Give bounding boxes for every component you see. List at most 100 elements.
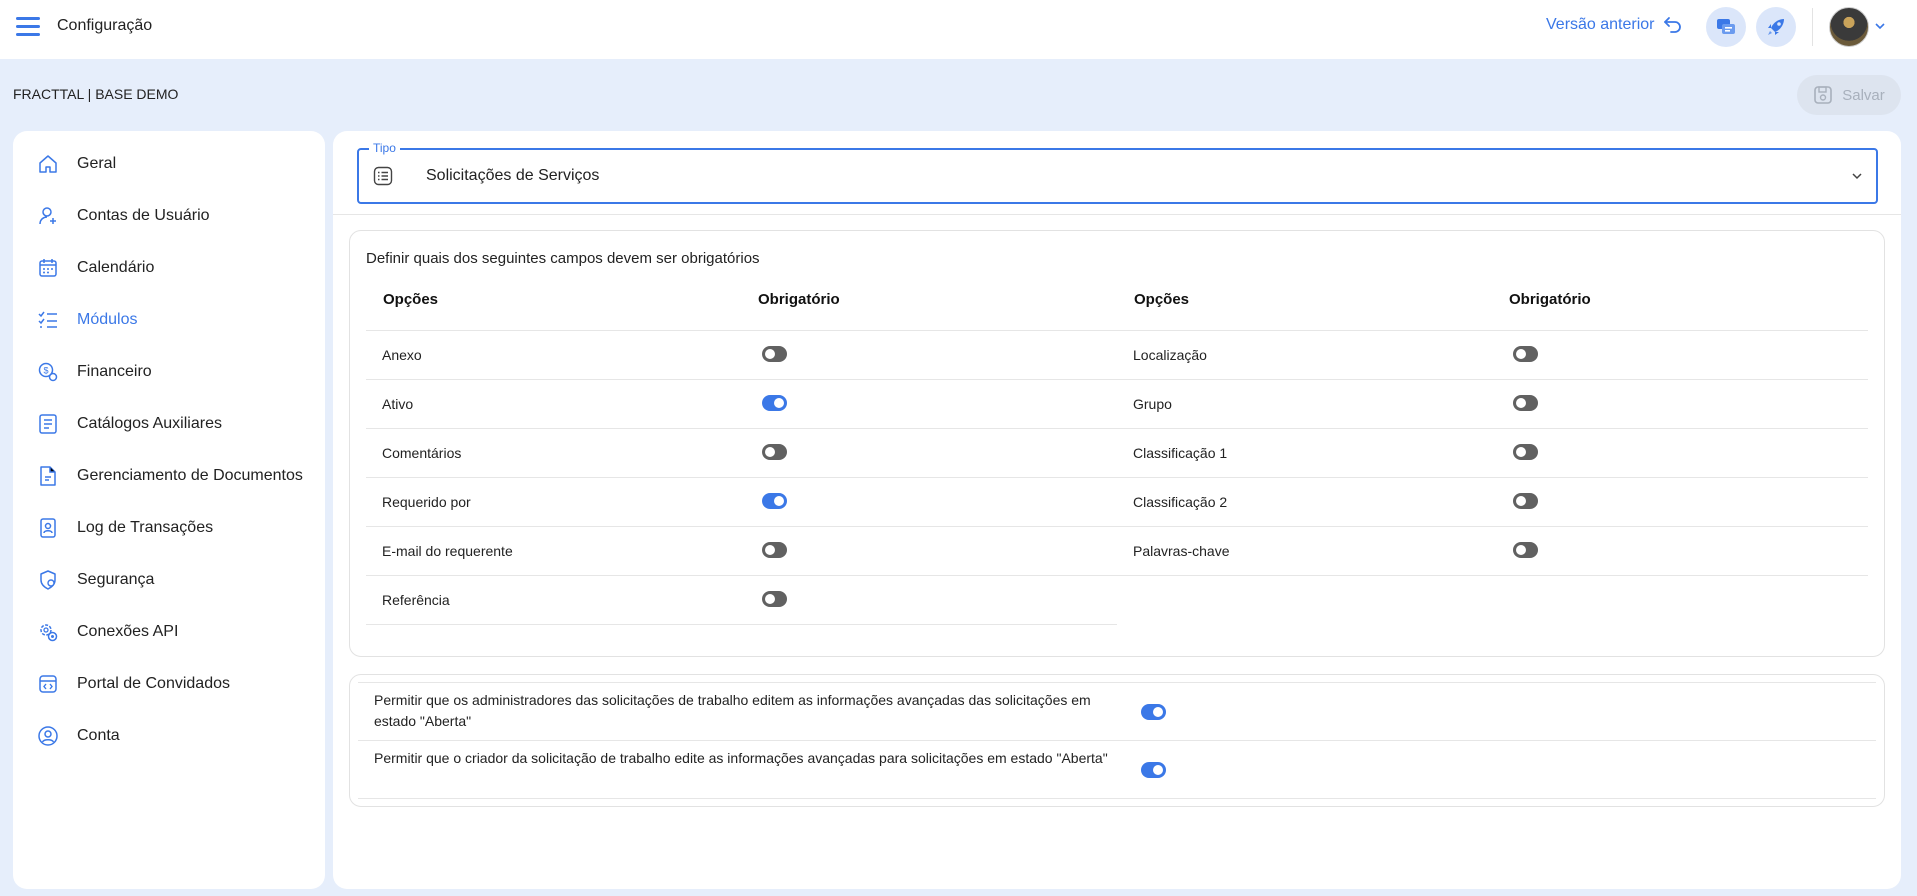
- sidebar-item-gerenciamento-de-documentos[interactable]: Gerenciamento de Documentos: [13, 453, 325, 499]
- field-label-ativo: Ativo: [382, 396, 414, 412]
- hamburger-menu-icon[interactable]: [14, 15, 42, 39]
- sidebar-item-seguranca[interactable]: Segurança: [13, 557, 325, 603]
- sidebar-item-catalogos-auxiliares[interactable]: Catálogos Auxiliares: [13, 401, 325, 447]
- sidebar-item-label: Portal de Convidados: [77, 675, 230, 692]
- toggle-permission-admins[interactable]: [1141, 704, 1166, 720]
- sidebar-item-label: Conta: [77, 727, 120, 744]
- log-icon: [40, 518, 56, 538]
- permissions-card: Permitir que os administradores das soli…: [349, 674, 1885, 807]
- field-label-localizacao: Localização: [1133, 347, 1207, 363]
- sidebar-item-label: Módulos: [77, 311, 138, 328]
- user-add-icon: [39, 207, 56, 225]
- chat-icon: [1717, 19, 1735, 34]
- table-divider: [366, 575, 1868, 576]
- sidebar-item-calendario[interactable]: Calendário: [13, 245, 325, 291]
- toggle-classificacao-1[interactable]: [1513, 444, 1538, 460]
- sidebar-item-label: Catálogos Auxiliares: [77, 415, 222, 432]
- save-icon: [1814, 86, 1833, 104]
- sidebar-item-portal-de-convidados[interactable]: Portal de Convidados: [13, 661, 325, 707]
- sidebar-item-label: Geral: [77, 155, 117, 172]
- toggle-requerido-por[interactable]: [762, 493, 787, 509]
- table-divider: [366, 526, 1868, 527]
- document-icon: [40, 466, 56, 486]
- field-label-email-requerente: E-mail do requerente: [382, 543, 513, 559]
- column-header-options-right: Opções: [1134, 291, 1190, 308]
- field-label-palavras-chave: Palavras-chave: [1133, 543, 1230, 559]
- sidebar-item-label: Calendário: [77, 259, 155, 276]
- table-divider: [366, 428, 1868, 429]
- toggle-anexo[interactable]: [762, 346, 787, 362]
- money-icon: $: [38, 362, 58, 382]
- toggle-comentarios[interactable]: [762, 444, 787, 460]
- company-name: FRACTTAL | BASE DEMO: [13, 86, 179, 102]
- api-gear-icon: [40, 624, 58, 642]
- calendar-icon: [39, 259, 57, 277]
- save-button[interactable]: Salvar: [1797, 75, 1901, 115]
- sidebar-item-label: Gerenciamento de Documentos: [77, 467, 303, 484]
- sidebar-item-geral[interactable]: Geral: [13, 141, 325, 187]
- table-divider: [358, 682, 1876, 683]
- permission-label-admins: Permitir que os administradores das soli…: [374, 692, 1091, 729]
- chevron-down-icon[interactable]: [1874, 20, 1886, 32]
- sidebar-item-conexoes-api[interactable]: Conexões API: [13, 609, 325, 655]
- sidebar-item-label: Contas de Usuário: [77, 207, 210, 224]
- toggle-permission-creator[interactable]: [1141, 762, 1166, 778]
- launch-button[interactable]: [1756, 7, 1796, 47]
- catalog-icon: [39, 414, 57, 434]
- divider: [1812, 8, 1813, 46]
- field-label-comentarios: Comentários: [382, 445, 462, 461]
- toggle-classificacao-2[interactable]: [1513, 493, 1538, 509]
- toggle-email-requerente[interactable]: [762, 542, 787, 558]
- sidebar-item-label: Segurança: [77, 571, 155, 588]
- avatar[interactable]: [1829, 7, 1869, 47]
- list-icon: [373, 166, 393, 186]
- field-label-classificacao-1: Classificação 1: [1133, 445, 1228, 461]
- sidebar-item-financeiro[interactable]: $ Financeiro: [13, 349, 325, 395]
- top-bar: Configuração Versão anterior: [0, 0, 1917, 59]
- required-fields-title: Definir quais dos seguintes campos devem…: [366, 250, 760, 267]
- chevron-down-icon: [1852, 173, 1862, 180]
- account-icon: [38, 726, 58, 746]
- toggle-grupo[interactable]: [1513, 395, 1538, 411]
- sidebar-item-log-de-transacoes[interactable]: Log de Transações: [13, 505, 325, 551]
- toggle-referencia[interactable]: [762, 591, 787, 607]
- svg-text:$: $: [43, 366, 48, 376]
- permission-label-creator: Permitir que o criador da solicitação de…: [374, 750, 1108, 766]
- column-header-required-left: Obrigatório: [758, 291, 840, 308]
- rocket-icon: [1768, 19, 1784, 35]
- chat-support-button[interactable]: [1706, 7, 1746, 47]
- table-divider: [366, 379, 1868, 380]
- column-header-required-right: Obrigatório: [1509, 291, 1591, 308]
- previous-version-link[interactable]: Versão anterior: [1546, 16, 1683, 34]
- toggle-ativo[interactable]: [762, 395, 787, 411]
- sidebar-item-label: Log de Transações: [77, 519, 214, 536]
- table-divider: [358, 798, 1876, 799]
- table-divider: [358, 740, 1876, 741]
- checklist-icon: [38, 311, 57, 328]
- field-label-classificacao-2: Classificação 2: [1133, 494, 1228, 510]
- page-title: Configuração: [57, 17, 153, 34]
- table-divider: [366, 477, 1868, 478]
- sidebar-item-contas-de-usuario[interactable]: Contas de Usuário: [13, 193, 325, 239]
- required-fields-card: Definir quais dos seguintes campos devem…: [349, 230, 1885, 657]
- sidebar: Geral Contas de Usuário Calendário Módul…: [13, 131, 325, 889]
- tipo-value: Solicitações de Serviços: [426, 167, 600, 184]
- divider: [333, 214, 1901, 215]
- shield-icon: [40, 570, 56, 590]
- save-label: Salvar: [1842, 86, 1885, 104]
- home-icon: [39, 155, 57, 173]
- tipo-select[interactable]: Tipo Solicitações de Serviços: [357, 141, 1878, 204]
- toggle-localizacao[interactable]: [1513, 346, 1538, 362]
- field-label-requerido-por: Requerido por: [382, 494, 471, 510]
- sidebar-item-modulos[interactable]: Módulos: [13, 297, 325, 343]
- sidebar-item-label: Financeiro: [77, 363, 152, 380]
- tipo-label: Tipo: [369, 141, 400, 155]
- previous-version-label: Versão anterior: [1546, 16, 1655, 33]
- undo-icon: [1663, 17, 1681, 33]
- portal-icon: [39, 675, 57, 693]
- sidebar-item-conta[interactable]: Conta: [13, 713, 325, 759]
- toggle-palavras-chave[interactable]: [1513, 542, 1538, 558]
- field-label-anexo: Anexo: [382, 347, 422, 363]
- table-divider: [366, 624, 1117, 625]
- field-label-referencia: Referência: [382, 592, 450, 608]
